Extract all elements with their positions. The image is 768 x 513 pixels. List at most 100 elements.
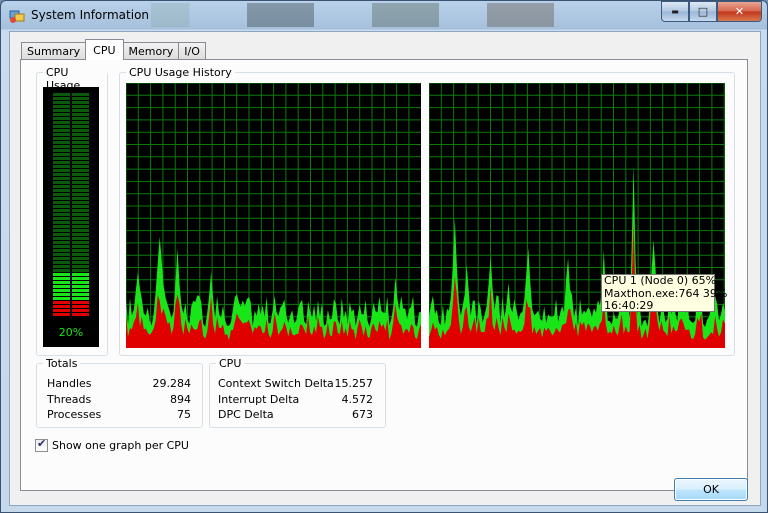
meter-segment xyxy=(53,93,70,96)
totals-row: Threads 894 xyxy=(47,393,191,407)
meter-segment xyxy=(53,269,70,272)
dpc-delta-value: 673 xyxy=(352,408,373,421)
context-switch-delta-value: 15.257 xyxy=(334,377,374,390)
meter-segment xyxy=(72,201,89,204)
meter-segment xyxy=(72,297,89,300)
meter-segment xyxy=(53,193,70,196)
close-icon: ✕ xyxy=(734,5,745,18)
meter-segment xyxy=(72,257,89,260)
cpu-graph-tooltip: CPU 1 (Node 0) 65% Maxthon.exe:764 39% 1… xyxy=(601,274,727,312)
meter-segment xyxy=(53,149,70,152)
window-title: System Information xyxy=(31,8,150,22)
caption-buttons: ▬ □ ✕ xyxy=(661,1,762,22)
meter-segment xyxy=(72,281,89,284)
meter-segment xyxy=(72,141,89,144)
tab-summary[interactable]: Summary xyxy=(21,42,87,60)
meter-segment xyxy=(72,173,89,176)
threads-value: 894 xyxy=(170,393,191,406)
interrupt-delta-label: Interrupt Delta xyxy=(218,393,300,406)
cpu-stats-row: DPC Delta 673 xyxy=(218,408,373,422)
meter-segment xyxy=(53,221,70,224)
meter-segment xyxy=(72,221,89,224)
meter-segment xyxy=(72,93,89,96)
meter-segment xyxy=(72,265,89,268)
threads-label: Threads xyxy=(47,393,92,406)
tab-io[interactable]: I/O xyxy=(178,42,206,60)
meter-segment xyxy=(53,157,70,160)
meter-segment xyxy=(72,289,89,292)
meter-segment xyxy=(53,229,70,232)
meter-segment xyxy=(72,101,89,104)
show-one-graph-per-cpu-label: Show one graph per CPU xyxy=(52,439,189,452)
minimize-icon: ▬ xyxy=(671,7,679,16)
checkbox-box[interactable]: ✔ xyxy=(35,437,48,452)
meter-segment xyxy=(53,121,70,124)
maximize-button[interactable]: □ xyxy=(689,1,717,22)
close-button[interactable]: ✕ xyxy=(717,1,762,22)
cpu0-history-plot xyxy=(126,83,421,348)
system-information-icon xyxy=(9,10,25,23)
minimize-button[interactable]: ▬ xyxy=(661,1,689,22)
meter-segment xyxy=(72,109,89,112)
meter-segment xyxy=(53,297,70,300)
meter-segment xyxy=(72,213,89,216)
dpc-delta-label: DPC Delta xyxy=(218,408,274,421)
meter-segment xyxy=(53,145,70,148)
meter-segment xyxy=(72,193,89,196)
handles-label: Handles xyxy=(47,377,92,390)
meter-segment xyxy=(53,133,70,136)
meter-segment xyxy=(53,189,70,192)
show-one-graph-per-cpu-checkbox[interactable]: ✔ Show one graph per CPU xyxy=(35,437,189,452)
meter-segment xyxy=(72,305,89,308)
taskbar-background-blur xyxy=(151,3,631,27)
meter-segment xyxy=(72,237,89,240)
totals-row: Processes 75 xyxy=(47,408,191,422)
cpu-usage-level-bars xyxy=(53,93,89,316)
meter-segment xyxy=(53,313,70,316)
meter-segment xyxy=(53,137,70,140)
handles-value: 29.284 xyxy=(152,377,192,390)
meter-segment xyxy=(72,129,89,132)
totals-row: Handles 29.284 xyxy=(47,377,191,391)
meter-segment xyxy=(53,129,70,132)
meter-segment xyxy=(53,217,70,220)
tab-memory[interactable]: Memory xyxy=(122,42,180,60)
meter-segment xyxy=(53,261,70,264)
totals-label: Totals xyxy=(43,357,81,370)
meter-segment xyxy=(53,205,70,208)
meter-segment xyxy=(53,97,70,100)
meter-segment xyxy=(53,281,70,284)
meter-segment xyxy=(72,241,89,244)
meter-segment xyxy=(72,121,89,124)
meter-segment xyxy=(72,277,89,280)
cpu-stats-row: Interrupt Delta 4.572 xyxy=(218,393,373,407)
title-bar[interactable]: System Information ▬ □ ✕ xyxy=(1,1,767,31)
cpu-stats-row: Context Switch Delta 15.257 xyxy=(218,377,373,391)
meter-segment xyxy=(53,241,70,244)
meter-segment xyxy=(53,277,70,280)
meter-segment xyxy=(53,209,70,212)
meter-segment xyxy=(72,133,89,136)
meter-segment xyxy=(72,269,89,272)
meter-segment xyxy=(72,253,89,256)
meter-segment xyxy=(72,301,89,304)
meter-segment xyxy=(53,289,70,292)
meter-segment xyxy=(53,117,70,120)
tooltip-time-line: 16:40:29 xyxy=(604,299,654,312)
meter-segment xyxy=(72,209,89,212)
meter-segment xyxy=(53,101,70,104)
tab-cpu[interactable]: CPU xyxy=(85,39,124,60)
meter-segment xyxy=(53,265,70,268)
meter-segment xyxy=(53,181,70,184)
cpu-usage-percent: 20% xyxy=(58,326,84,339)
meter-segment xyxy=(72,245,89,248)
tab-strip: Summary CPU Memory I/O xyxy=(21,39,206,60)
ok-button[interactable]: OK xyxy=(674,478,748,501)
cpu0-history-graph xyxy=(126,83,421,348)
meter-segment xyxy=(53,169,70,172)
meter-segment xyxy=(53,253,70,256)
cpu-stats-group: CPU Context Switch Delta 15.257 Interrup… xyxy=(209,357,386,428)
meter-segment xyxy=(53,185,70,188)
meter-segment xyxy=(53,309,70,312)
meter-segment xyxy=(72,97,89,100)
